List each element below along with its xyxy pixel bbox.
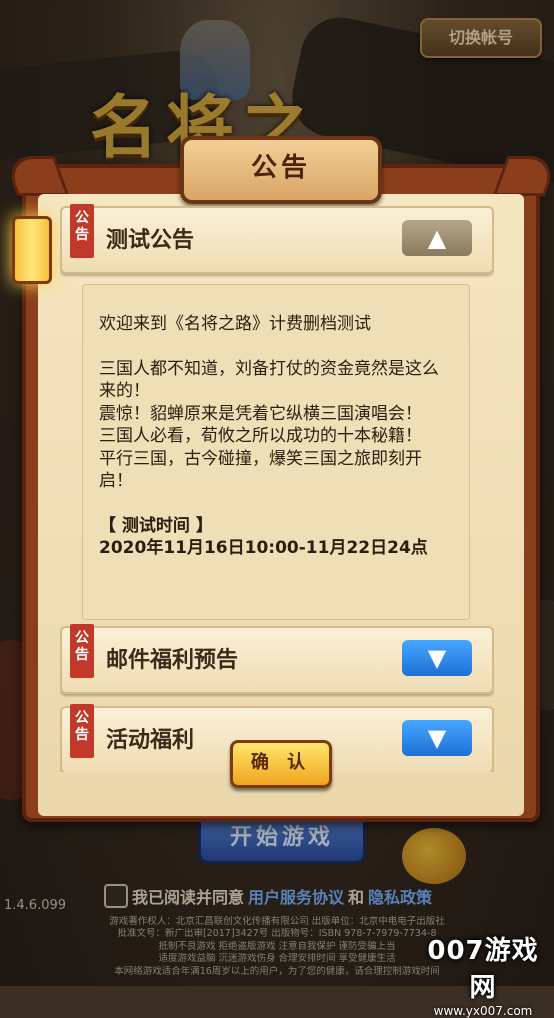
triangle-down-icon: ▼ (427, 644, 447, 672)
triangle-up-icon: ▲ (427, 224, 447, 252)
notice-line: 2020年11月16日10:00-11月22日24点 (99, 538, 428, 558)
expand-button[interactable]: ▼ (402, 640, 472, 676)
triangle-down-icon: ▼ (427, 724, 447, 752)
notice-title: 测试公告 (106, 228, 195, 253)
notice-header-mail[interactable]: 公告 邮件福利预告 ▼ (60, 624, 494, 694)
notice-tag: 公告 (70, 704, 94, 758)
watermark-url: www.yx007.com (433, 1004, 533, 1018)
notice-tag: 公告 (70, 624, 94, 678)
notice-line: 震惊！貂蝉原来是凭着它纵横三国演唱会！ (99, 403, 422, 424)
notice-line: 【 测试时间 】 (99, 515, 213, 536)
roof-eave-right (492, 156, 554, 196)
lantern-icon (12, 196, 52, 290)
notice-body: 欢迎来到《名将之路》计费删档测试 三国人都不知道，刘备打仗的资金竟然是这么来的！… (82, 284, 470, 620)
confirm-button[interactable]: 确 认 (230, 740, 332, 788)
watermark-brand: 007游戏网 (427, 936, 539, 1003)
collapse-button[interactable]: ▲ (402, 220, 472, 256)
site-watermark: 007游戏网 www.yx007.com (420, 930, 546, 1018)
notice-line: 三国人必看，荀攸之所以成功的十本秘籍！ (99, 426, 422, 446)
lantern-cord (27, 196, 31, 216)
notice-line: 欢迎来到《名将之路》计费删档测试 (99, 314, 371, 334)
lantern-body (12, 216, 52, 284)
notice-title: 邮件福利预告 (106, 648, 239, 673)
announcement-dialog: 公告 公告 测试公告 ▲ 欢迎来到《名将之路》计费删档测试 三国人都不知道，刘备… (2, 136, 554, 822)
dialog-title-plaque: 公告 (180, 136, 382, 204)
notice-title: 活动福利 (106, 728, 195, 753)
notice-header-test[interactable]: 公告 测试公告 ▲ (60, 204, 494, 274)
notice-line: 三国人都不知道，刘备打仗的资金竟然是这么来的！ (99, 358, 439, 402)
expand-button[interactable]: ▼ (402, 720, 472, 756)
dialog-title: 公告 (250, 153, 311, 183)
notice-list[interactable]: 公告 测试公告 ▲ 欢迎来到《名将之路》计费删档测试 三国人都不知道，刘备打仗的… (60, 202, 494, 772)
notice-line: 平行三国，古今碰撞，爆笑三国之旅即刻开启！ (99, 448, 422, 492)
notice-tag: 公告 (70, 204, 94, 258)
